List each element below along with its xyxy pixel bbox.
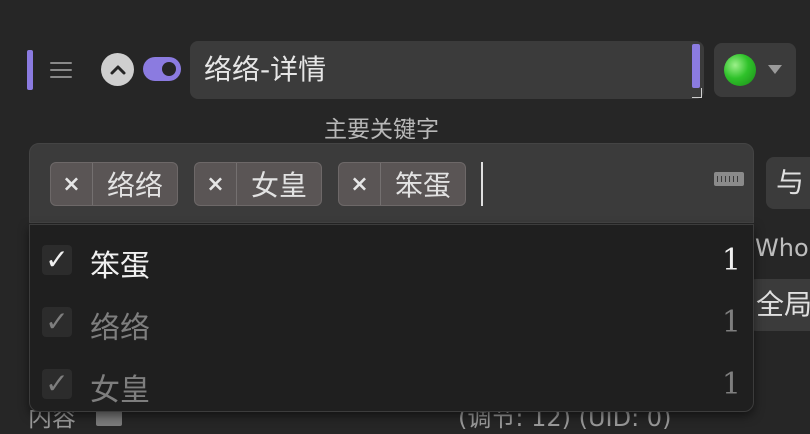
option-count: 1	[721, 367, 741, 402]
option-label: 络络	[90, 311, 150, 346]
remove-chip-icon[interactable]: ×	[195, 163, 237, 205]
keyword-chip[interactable]: × 笨蛋	[338, 162, 467, 206]
collapse-button[interactable]	[101, 53, 134, 86]
option-count: 1	[721, 243, 741, 278]
toggle-knob	[162, 62, 176, 76]
status-select[interactable]	[714, 43, 796, 97]
keyword-chip[interactable]: × 络络	[50, 162, 179, 206]
checkmark-icon[interactable]: ✓	[42, 245, 72, 275]
enable-toggle[interactable]	[143, 57, 181, 81]
option-count: 1	[721, 305, 741, 340]
chip-label: 笨蛋	[395, 169, 452, 202]
keywords-input[interactable]: × 络络 × 女皇 × 笨蛋	[29, 143, 754, 223]
resize-grip-icon[interactable]	[692, 88, 702, 98]
keyword-chip[interactable]: × 女皇	[194, 162, 323, 206]
who-label: Who	[755, 234, 809, 262]
dropdown-option[interactable]: ✓ 笨蛋 1	[30, 229, 753, 291]
option-label: 笨蛋	[90, 249, 150, 284]
remove-chip-icon[interactable]: ×	[51, 163, 93, 205]
keyword-suggestions-dropdown: ✓ 笨蛋 1 ✓ 络络 1 ✓ 女皇 1	[29, 224, 754, 412]
scope-select[interactable]: 全局	[748, 279, 810, 331]
selection-accent-bar	[27, 50, 33, 90]
caret-down-icon	[768, 65, 782, 74]
keyboard-icon[interactable]	[714, 172, 744, 186]
primary-keywords-label: 主要关键字	[324, 117, 439, 143]
entry-title-input[interactable]: 络络-详情	[190, 41, 704, 99]
green-status-dot-icon	[724, 54, 756, 86]
dropdown-option[interactable]: ✓ 络络 1	[30, 291, 753, 353]
chip-label: 女皇	[251, 169, 308, 202]
chevron-up-icon	[110, 65, 125, 74]
text-cursor	[481, 162, 483, 206]
logic-select[interactable]: 与 (	[766, 157, 810, 209]
chip-label: 络络	[107, 169, 164, 202]
remove-chip-icon[interactable]: ×	[339, 163, 381, 205]
checkmark-icon[interactable]: ✓	[42, 369, 72, 399]
option-label: 女皇	[90, 373, 150, 408]
checkmark-icon[interactable]: ✓	[42, 307, 72, 337]
drag-handle-icon[interactable]	[50, 62, 72, 82]
text-cursor	[692, 44, 700, 88]
dropdown-option[interactable]: ✓ 女皇 1	[30, 353, 753, 415]
entry-editor: 络络-详情 主要关键字 × 络络 × 女皇 × 笨蛋 与 ( Who 全局 内容…	[0, 0, 810, 434]
